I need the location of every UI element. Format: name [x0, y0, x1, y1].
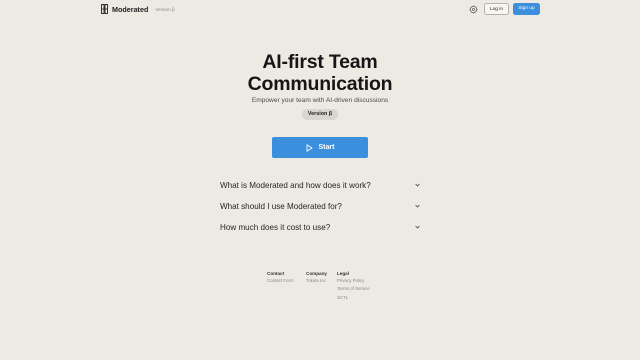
footer-legal-column: Legal Privacy Policy Terms of Service SC…	[337, 271, 370, 302]
brand-version: Version β	[155, 6, 175, 12]
start-button[interactable]: Start	[272, 137, 368, 158]
faq-item[interactable]: What should I use Moderated for?	[220, 199, 420, 213]
chevron-down-icon	[415, 204, 420, 208]
chevron-down-icon	[415, 225, 420, 229]
brand-name: Moderated	[112, 4, 149, 14]
hero-subtitle: Empower your team with AI-driven discuss…	[251, 97, 389, 104]
footer-link-terms[interactable]: Terms of Service	[337, 285, 370, 293]
footer-contact-column: Contact Contact Form	[267, 271, 294, 285]
top-bar: Moderated Version β Log in Sign up	[0, 0, 640, 20]
login-button[interactable]: Log in	[484, 3, 509, 15]
footer-link-contact-form[interactable]: Contact Form	[267, 277, 294, 285]
hero-title: AI-first Team Communication	[0, 51, 640, 95]
faq-item[interactable]: What is Moderated and how does it work?	[220, 178, 420, 192]
hero-title-line-1: AI-first Team	[262, 51, 378, 73]
footer-link-sctl[interactable]: SCTL	[337, 294, 370, 302]
footer-link-privacy[interactable]: Privacy Policy	[337, 277, 370, 285]
faq-item[interactable]: How much does it cost to use?	[220, 220, 420, 234]
hero-title-line-2: Communication	[247, 73, 393, 95]
version-badge: Version β	[302, 109, 338, 120]
faq-question: What should I use Moderated for?	[220, 201, 342, 211]
faq-question: How much does it cost to use?	[220, 222, 331, 232]
signup-button[interactable]: Sign up	[513, 3, 540, 15]
play-icon	[306, 143, 312, 152]
brand[interactable]: Moderated Version β	[101, 4, 175, 14]
gear-icon[interactable]	[469, 5, 478, 14]
moderated-logo-icon	[101, 4, 108, 14]
footer-company-column: Company Tokela Inc	[306, 271, 327, 285]
footer-link-company[interactable]: Tokela Inc	[306, 277, 327, 285]
start-label: Start	[318, 144, 335, 151]
chevron-down-icon	[415, 183, 420, 187]
faq-question: What is Moderated and how does it work?	[220, 180, 371, 190]
